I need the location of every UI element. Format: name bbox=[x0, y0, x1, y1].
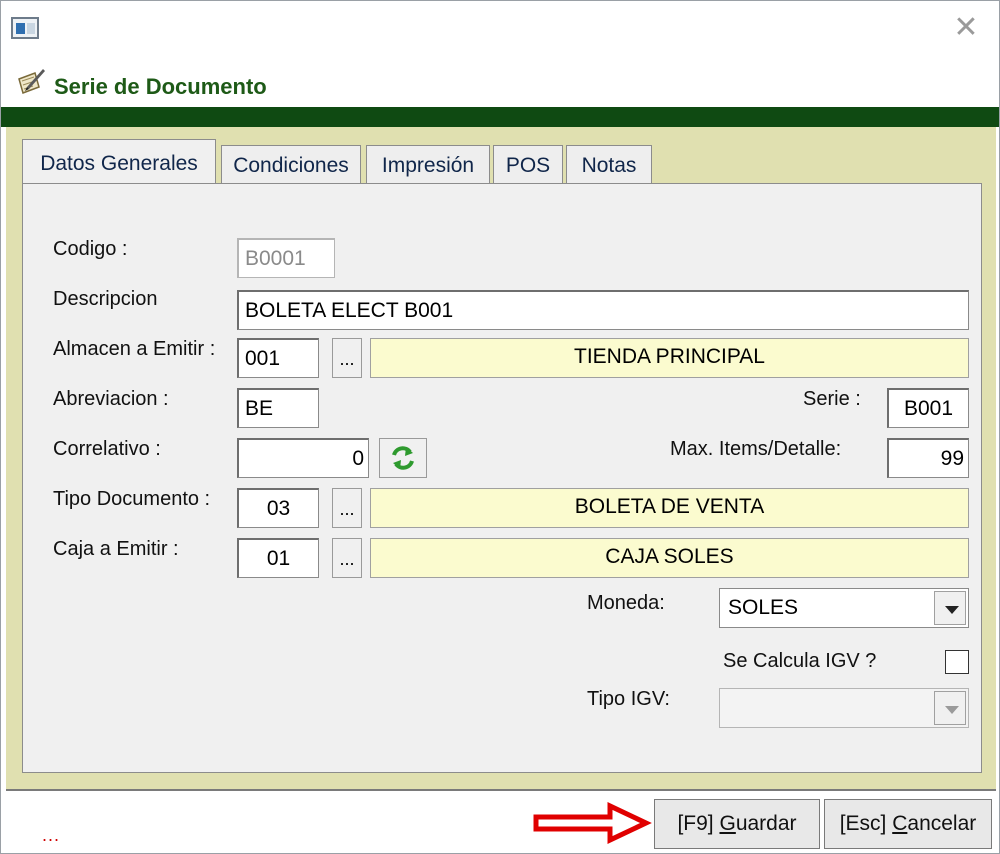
chevron-down-icon[interactable] bbox=[934, 591, 966, 625]
button-bar: ... [F9] Guardar [Esc] Cancelar bbox=[6, 789, 996, 851]
tab-impresion[interactable]: Impresión bbox=[366, 145, 490, 183]
codigo-label: Codigo : bbox=[53, 238, 128, 260]
max-items-label: Max. Items/Detalle: bbox=[670, 438, 842, 460]
tab-panel-datos-generales: Codigo : B0001 Descripcion BOLETA ELECT … bbox=[22, 183, 982, 773]
moneda-label: Moneda: bbox=[587, 592, 665, 614]
max-items-field[interactable]: 99 bbox=[887, 438, 969, 478]
caja-lookup-button[interactable]: ... bbox=[332, 538, 362, 578]
caja-name-field: CAJA SOLES bbox=[370, 538, 969, 578]
almacen-label: Almacen a Emitir : bbox=[53, 338, 216, 360]
tipo-documento-name-field: BOLETA DE VENTA bbox=[370, 488, 969, 528]
cancelar-button[interactable]: [Esc] Cancelar bbox=[824, 799, 992, 849]
correlativo-field[interactable]: 0 bbox=[237, 438, 369, 478]
title-bar: ✕ bbox=[1, 1, 999, 57]
refresh-correlativo-button[interactable] bbox=[379, 438, 427, 478]
tipo-documento-label: Tipo Documento : bbox=[53, 488, 211, 510]
status-text: ... bbox=[42, 825, 61, 845]
guardar-button[interactable]: [F9] Guardar bbox=[654, 799, 820, 849]
correlativo-label: Correlativo : bbox=[53, 438, 161, 460]
tab-condiciones[interactable]: Condiciones bbox=[221, 145, 361, 183]
red-arrow-icon bbox=[533, 802, 652, 844]
abreviacion-field[interactable]: BE bbox=[237, 388, 319, 428]
tipo-documento-code-field[interactable]: 03 bbox=[237, 488, 319, 528]
almacen-lookup-button[interactable]: ... bbox=[332, 338, 362, 378]
caja-label: Caja a Emitir : bbox=[53, 538, 179, 560]
form-header: Serie de Documento bbox=[1, 57, 999, 107]
window-icon bbox=[11, 17, 39, 39]
calcula-igv-checkbox[interactable] bbox=[945, 650, 969, 674]
descripcion-field[interactable]: BOLETA ELECT B001 bbox=[237, 290, 969, 330]
tipo-igv-label: Tipo IGV: bbox=[587, 688, 670, 710]
abreviacion-label: Abreviacion : bbox=[53, 388, 169, 410]
close-button[interactable]: ✕ bbox=[951, 13, 981, 43]
moneda-select[interactable]: SOLES bbox=[719, 588, 969, 628]
calcula-igv-label: Se Calcula IGV ? bbox=[723, 650, 877, 672]
descripcion-label: Descripcion bbox=[53, 288, 158, 310]
tab-datos-generales[interactable]: Datos Generales bbox=[22, 139, 216, 183]
caja-code-field[interactable]: 01 bbox=[237, 538, 319, 578]
close-icon: ✕ bbox=[953, 11, 979, 44]
serie-label: Serie : bbox=[803, 388, 861, 410]
header-divider bbox=[1, 107, 999, 127]
page-title: Serie de Documento bbox=[54, 74, 267, 99]
tab-pos[interactable]: POS bbox=[493, 145, 563, 183]
almacen-code-field[interactable]: 001 bbox=[237, 338, 319, 378]
document-pen-icon bbox=[18, 69, 45, 94]
moneda-value: SOLES bbox=[728, 596, 799, 619]
refresh-icon bbox=[392, 446, 414, 470]
tab-notas[interactable]: Notas bbox=[566, 145, 652, 183]
chevron-down-icon[interactable] bbox=[934, 691, 966, 725]
tipo-igv-select[interactable] bbox=[719, 688, 969, 728]
codigo-field[interactable]: B0001 bbox=[237, 238, 335, 278]
tipo-documento-lookup-button[interactable]: ... bbox=[332, 488, 362, 528]
dialog-window: ✕ Serie de Documento Datos Generales Con… bbox=[0, 0, 1000, 854]
almacen-name-field: TIENDA PRINCIPAL bbox=[370, 338, 969, 378]
serie-field[interactable]: B001 bbox=[887, 388, 969, 428]
tab-area: Datos Generales Condiciones Impresión PO… bbox=[6, 127, 996, 789]
